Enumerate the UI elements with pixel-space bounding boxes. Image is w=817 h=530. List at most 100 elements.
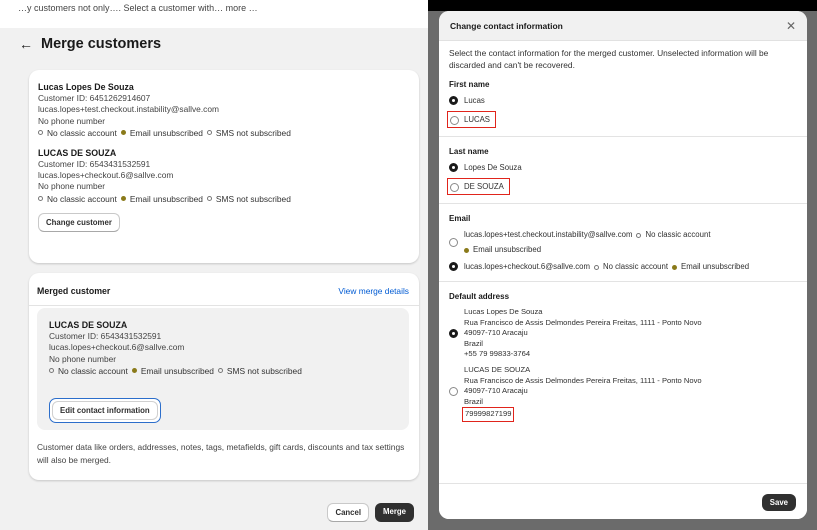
address-city: 49097-710 Aracaju	[464, 386, 528, 396]
email-status: Email unsubscribed	[129, 193, 203, 204]
radio-unselected[interactable]	[449, 386, 458, 396]
modal-overlay: Change contact information ✕ Select the …	[428, 0, 817, 530]
classic-account-status: No classic account	[47, 127, 117, 138]
address-country: Brazil	[464, 396, 483, 406]
classic-account-status: No classic account	[58, 365, 128, 376]
top-strip: …y customers not only…. Select a custome…	[0, 0, 428, 28]
email-option-2[interactable]: lucas.lopes+checkout.6@sallve.com No cla…	[449, 261, 797, 273]
merged-customer-card: Merged customer View merge details LUCAS…	[29, 273, 419, 480]
email-label: Email	[449, 214, 471, 223]
customer-id: Customer ID: 6451262914607	[38, 93, 151, 103]
highlight-box: LUCAS	[447, 111, 496, 128]
address-label: Default address	[449, 292, 510, 301]
radio-selected[interactable]	[449, 96, 458, 105]
customer-name: LUCAS DE SOUZA	[38, 147, 117, 158]
option-status: Email unsubscribed	[681, 262, 750, 271]
sms-status: SMS not subscribed	[215, 127, 291, 138]
empty-dot-icon	[594, 264, 600, 270]
radio-selected[interactable]	[449, 163, 458, 172]
address-phone: 79999827199	[465, 409, 512, 419]
merged-card-title: Merged customer	[37, 286, 111, 296]
address-details: LUCAS DE SOUZA Rua Francisco de Assis De…	[462, 364, 702, 422]
email-option-1[interactable]: lucas.lopes+test.checkout.instability@sa…	[449, 229, 797, 256]
customer-phone: No phone number	[38, 115, 106, 126]
customer-email: lucas.lopes+checkout.6@sallve.com	[49, 342, 185, 353]
modal-footer: Save	[439, 483, 807, 519]
radio-selected[interactable]	[449, 262, 458, 271]
cancel-button[interactable]: Cancel	[327, 503, 370, 522]
modal-intro-section: Select the contact information for the m…	[439, 41, 807, 137]
empty-dot-icon	[217, 368, 223, 374]
change-contact-modal: Change contact information ✕ Select the …	[439, 11, 807, 519]
last-name-option-1[interactable]: Lopes De Souza	[449, 162, 797, 173]
email-option-line: lucas.lopes+checkout.6@sallve.com No cla…	[464, 261, 749, 273]
sms-status: SMS not subscribed	[215, 193, 291, 204]
customer-id: Customer ID: 6543431532591	[49, 331, 162, 341]
save-button[interactable]: Save	[761, 494, 796, 511]
customers-card: Lucas Lopes De Souza Customer ID: 645126…	[29, 70, 419, 263]
radio-unselected[interactable]	[450, 182, 459, 192]
option-text: Lucas	[464, 96, 485, 105]
radio-unselected[interactable]	[450, 115, 459, 125]
radio-selected[interactable]	[449, 329, 458, 338]
edit-contact-information-button[interactable]: Edit contact information	[52, 401, 158, 420]
modal-intro: Select the contact information for the m…	[449, 48, 769, 70]
email-section: Email lucas.lopes+test.checkout.instabil…	[439, 204, 807, 282]
merged-card-header: Merged customer View merge details	[37, 286, 409, 296]
email-status: Email unsubscribed	[140, 365, 214, 376]
address-country: Brazil	[464, 338, 483, 348]
first-name-option-2[interactable]: LUCAS	[447, 111, 797, 128]
merge-page: …y customers not only…. Select a custome…	[0, 0, 428, 530]
address-street: Rua Francisco de Assis Delmondes Pereira…	[464, 317, 702, 327]
customer-1: Lucas Lopes De Souza Customer ID: 645126…	[38, 81, 410, 139]
option-classic: No classic account	[603, 262, 669, 271]
customer-email: lucas.lopes+test.checkout.instability@sa…	[38, 104, 219, 115]
empty-dot-icon	[206, 130, 212, 136]
divider	[29, 305, 419, 306]
option-classic: No classic account	[645, 230, 711, 239]
modal-header: Change contact information ✕	[439, 11, 807, 41]
first-name-option-1[interactable]: Lucas	[449, 95, 797, 106]
empty-dot-icon	[38, 196, 43, 202]
modal-title: Change contact information	[450, 20, 563, 31]
customer-phone: No phone number	[38, 181, 106, 192]
customer-status-row: No classic account Email unsubscribed SM…	[49, 365, 397, 377]
status-dot-icon	[120, 196, 126, 202]
last-name-option-2[interactable]: DE SOUZA	[447, 178, 797, 195]
empty-dot-icon	[38, 130, 43, 136]
address-name: LUCAS DE SOUZA	[464, 364, 531, 374]
highlight-box: DE SOUZA	[447, 178, 510, 195]
address-name: Lucas Lopes De Souza	[464, 307, 543, 316]
merge-button[interactable]: Merge	[375, 503, 414, 522]
option-email: lucas.lopes+checkout.6@sallve.com	[464, 262, 591, 271]
customer-name: LUCAS DE SOUZA	[49, 320, 128, 330]
view-merge-details-link[interactable]: View merge details	[338, 286, 409, 296]
option-status: Email unsubscribed	[473, 245, 542, 254]
merge-footnote: Customer data like orders, addresses, no…	[37, 442, 405, 465]
arrow-left-icon[interactable]: ←	[19, 36, 33, 52]
last-name-section: Last name Lopes De Souza DE SOUZA	[439, 137, 807, 204]
sms-status: SMS not subscribed	[226, 365, 302, 376]
email-option-line: lucas.lopes+test.checkout.instability@sa…	[464, 229, 711, 241]
last-name-label: Last name	[449, 147, 489, 156]
option-text: DE SOUZA	[464, 182, 504, 191]
change-customer-button[interactable]: Change customer	[38, 212, 120, 232]
address-option-1[interactable]: Lucas Lopes De Souza Rua Francisco de As…	[449, 307, 797, 360]
email-option-details: lucas.lopes+test.checkout.instability@sa…	[464, 229, 711, 256]
status-dot-icon	[120, 130, 126, 136]
customer-phone: No phone number	[49, 353, 117, 364]
customer-id: Customer ID: 6543431532591	[38, 158, 151, 169]
page-actions: Cancel Merge	[327, 503, 414, 522]
customer-2: LUCAS DE SOUZA Customer ID: 654343153259…	[38, 147, 410, 205]
address-option-2[interactable]: LUCAS DE SOUZA Rua Francisco de Assis De…	[449, 365, 797, 422]
first-name-label: First name	[449, 80, 490, 89]
overlay-top-bar	[428, 0, 817, 11]
close-icon[interactable]: ✕	[786, 19, 796, 33]
status-dot-icon	[672, 264, 678, 270]
address-city: 49097-710 Aracaju	[464, 328, 528, 338]
customer-status-row: No classic account Email unsubscribed SM…	[38, 127, 410, 139]
classic-account-status: No classic account	[47, 193, 117, 204]
radio-unselected[interactable]	[449, 238, 458, 247]
address-section: Default address Lucas Lopes De Souza Rua…	[439, 282, 807, 435]
edit-contact-focus-ring: Edit contact information	[49, 398, 161, 423]
